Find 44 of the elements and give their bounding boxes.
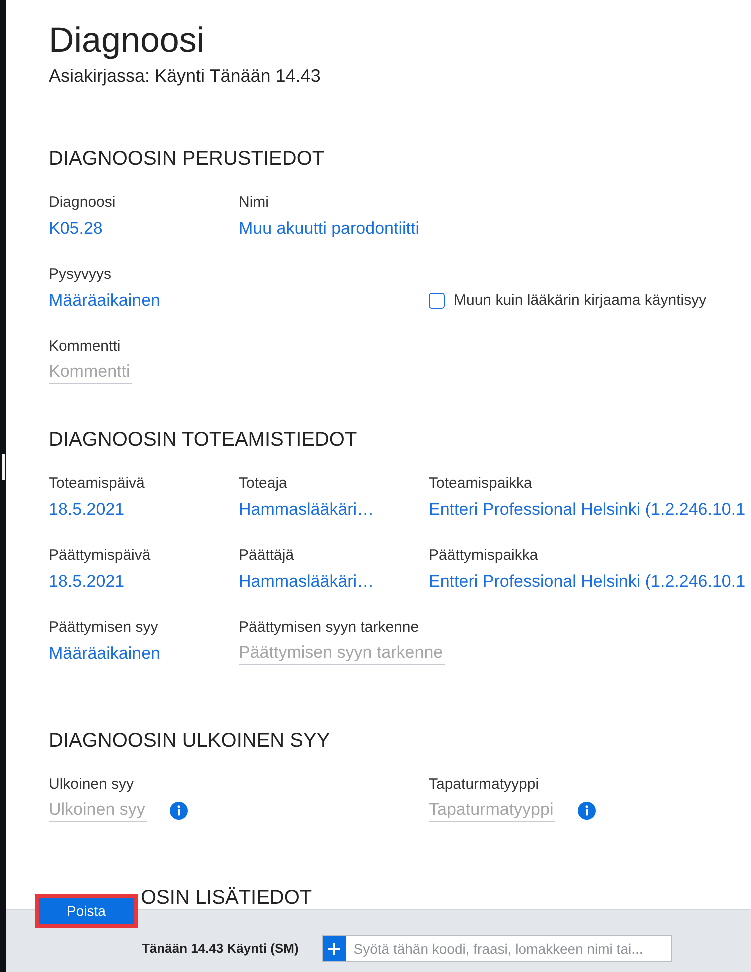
value-link[interactable]: Määräaikainen — [49, 290, 161, 312]
value-link[interactable]: K05.28 — [49, 218, 103, 240]
delete-button[interactable]: Poista — [35, 894, 138, 928]
info-icon[interactable] — [170, 802, 188, 820]
field-label: Pysyvyys — [49, 265, 112, 285]
page-title: Diagnoosi — [49, 20, 205, 62]
value-link[interactable]: Muu akuutti parodontiitti — [239, 218, 420, 240]
value-link[interactable]: Määräaikainen — [49, 642, 161, 664]
text-field[interactable]: Kommentti — [49, 361, 132, 384]
resize-handle[interactable] — [2, 454, 5, 480]
field-label: Päättäjä — [239, 546, 294, 566]
text-field[interactable]: Ulkoinen syy — [49, 799, 147, 822]
info-icon[interactable] — [578, 802, 596, 820]
section-heading: DIAGNOOSIN PERUSTIEDOT — [49, 147, 325, 172]
checkbox[interactable] — [429, 292, 445, 308]
field-label: Päättymispäivä — [49, 546, 151, 566]
field-label: Diagnoosi — [49, 193, 116, 213]
plus-icon — [328, 942, 340, 954]
field-label: Päättymisen syyn tarkenne — [239, 618, 420, 638]
field-label: Toteamispaikka — [429, 474, 532, 494]
add-button[interactable] — [322, 936, 346, 961]
field-label: Kommentti — [49, 337, 121, 357]
field-label: Nimi — [239, 193, 269, 213]
text-field[interactable]: Tapaturmatyyppi — [429, 799, 555, 822]
code-search-field[interactable]: Syötä tähän koodi, fraasi, lomakkeen nimi tai... — [322, 935, 672, 962]
value-link[interactable]: 18.5.2021 — [49, 570, 125, 592]
value-link[interactable]: Hammaslääkäri… — [239, 498, 374, 520]
field-label: Toteamispäivä — [49, 474, 145, 494]
section-heading: DIAGNOOSIN ULKOINEN SYY — [49, 729, 330, 754]
value-link[interactable]: Hammaslääkäri… — [239, 570, 374, 592]
text-field[interactable]: Päättymisen syyn tarkenne — [239, 642, 445, 665]
value-link[interactable]: 18.5.2021 — [49, 498, 125, 520]
checkbox-label[interactable]: Muun kuin lääkärin kirjaama käyntisyy — [454, 290, 707, 310]
page-subtitle: Asiakirjassa: Käynti Tänään 14.43 — [49, 65, 321, 88]
field-label: Toteaja — [239, 474, 288, 494]
value-link[interactable]: Entteri Professional Helsinki (1.2.246.10.1 — [429, 498, 746, 520]
section-heading: DIAGNOOSIN TOTEAMISTIEDOT — [49, 428, 358, 453]
section-heading: OSIN LISÄTIEDOT — [141, 886, 312, 911]
field-label: Tapaturmatyyppi — [429, 775, 540, 795]
value-link[interactable]: Entteri Professional Helsinki (1.2.246.10.1 — [429, 570, 746, 592]
field-label: Ulkoinen syy — [49, 775, 134, 795]
visit-label: Tänään 14.43 Käynti (SM) — [142, 940, 299, 958]
field-label: Päättymispaikka — [429, 546, 538, 566]
field-label: Päättymisen syy — [49, 618, 158, 638]
